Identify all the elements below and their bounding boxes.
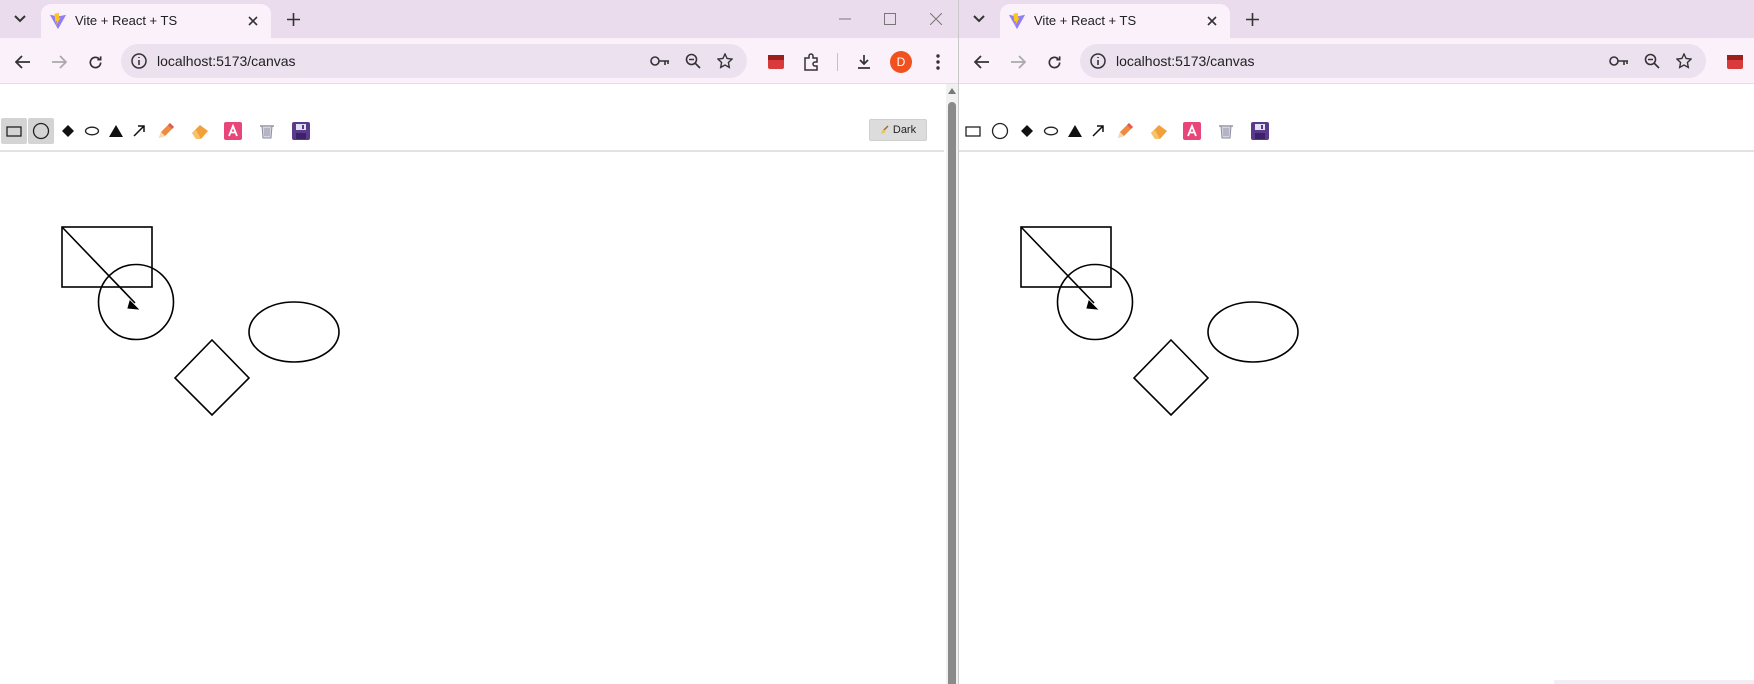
tab-title: Vite + React + TS xyxy=(1034,13,1137,28)
canvas-shapes xyxy=(1020,226,1299,417)
drawing-canvas[interactable] xyxy=(959,84,1754,684)
vite-logo-icon xyxy=(1008,12,1026,30)
address-bar[interactable]: localhost:5173/canvas xyxy=(1080,44,1706,78)
arrow-right-icon xyxy=(1011,55,1026,69)
canvas-app: Dark xyxy=(0,84,958,684)
tab-title: Vite + React + TS xyxy=(75,13,178,28)
extension-red-icon[interactable] xyxy=(1723,50,1747,74)
bookmark-star-icon[interactable] xyxy=(714,51,736,71)
browser-window-right: Vite + React + TS localhost:5173/canvas xyxy=(958,0,1754,684)
shape-circle[interactable] xyxy=(1056,263,1134,341)
scroll-up-arrow-icon[interactable] xyxy=(948,88,956,94)
tab-close-button[interactable] xyxy=(243,11,263,31)
new-tab-button[interactable] xyxy=(1241,8,1263,30)
arrow-right-icon xyxy=(52,55,67,69)
new-tab-button[interactable] xyxy=(282,8,304,30)
forward-button[interactable] xyxy=(45,48,73,76)
browser-toolbar: localhost:5173/canvas xyxy=(959,38,1754,84)
more-menu-icon[interactable] xyxy=(926,50,950,74)
tab-search-dropdown[interactable] xyxy=(965,7,993,31)
chevron-down-icon xyxy=(973,15,985,23)
shape-circle[interactable] xyxy=(97,263,175,341)
shape-arrow[interactable] xyxy=(1020,226,1095,304)
reload-icon xyxy=(89,55,101,68)
tab-strip: Vite + React + TS xyxy=(959,0,1754,38)
close-window-button[interactable] xyxy=(916,6,956,32)
toolbar-divider xyxy=(837,53,838,71)
maximize-button[interactable] xyxy=(870,6,910,32)
forward-button[interactable] xyxy=(1004,48,1032,76)
plus-icon xyxy=(1245,12,1259,26)
canvas-shapes xyxy=(61,226,340,417)
browser-window-left: Vite + React + TS localhost:5173/canvas … xyxy=(0,0,958,684)
tab-search-dropdown[interactable] xyxy=(6,7,34,31)
zoom-icon[interactable] xyxy=(682,51,704,71)
minimize-button[interactable] xyxy=(825,6,865,32)
back-button[interactable] xyxy=(968,48,996,76)
shape-arrowhead xyxy=(127,300,140,310)
plus-icon xyxy=(286,12,300,26)
reload-icon xyxy=(1048,55,1060,68)
close-icon xyxy=(930,13,942,25)
minimize-icon xyxy=(839,18,851,20)
url-text: localhost:5173/canvas xyxy=(157,53,296,69)
download-icon[interactable] xyxy=(852,50,876,74)
shape-ellipse[interactable] xyxy=(248,301,340,363)
password-key-icon[interactable] xyxy=(649,51,671,71)
browser-toolbar: localhost:5173/canvas D xyxy=(0,38,958,84)
extensions-puzzle-icon[interactable] xyxy=(799,50,823,74)
canvas-app xyxy=(959,84,1754,684)
bottom-edge-strip xyxy=(1554,680,1754,684)
profile-avatar[interactable]: D xyxy=(890,51,912,73)
arrow-left-icon xyxy=(15,55,30,69)
tab-close-button[interactable] xyxy=(1202,11,1222,31)
drawing-canvas[interactable] xyxy=(0,84,944,684)
chevron-down-icon xyxy=(14,15,26,23)
arrow-left-icon xyxy=(974,55,989,69)
vertical-scrollbar[interactable] xyxy=(946,84,958,684)
password-key-icon[interactable] xyxy=(1608,51,1630,71)
scroll-thumb[interactable] xyxy=(948,102,956,684)
maximize-icon xyxy=(884,13,896,25)
vite-logo-icon xyxy=(49,12,67,30)
zoom-icon[interactable] xyxy=(1641,51,1663,71)
address-bar[interactable]: localhost:5173/canvas xyxy=(121,44,747,78)
close-icon xyxy=(1207,16,1217,26)
shape-arrow[interactable] xyxy=(61,226,136,304)
shape-arrowhead xyxy=(1086,300,1099,310)
site-info-icon xyxy=(131,53,147,69)
shape-diamond[interactable] xyxy=(1132,338,1210,417)
tab-strip: Vite + React + TS xyxy=(0,0,958,38)
url-text: localhost:5173/canvas xyxy=(1116,53,1255,69)
site-info-icon xyxy=(1090,53,1106,69)
back-button[interactable] xyxy=(9,48,37,76)
shape-ellipse[interactable] xyxy=(1207,301,1299,363)
bookmark-star-icon[interactable] xyxy=(1673,51,1695,71)
reload-button[interactable] xyxy=(1040,48,1068,76)
close-icon xyxy=(248,16,258,26)
reload-button[interactable] xyxy=(81,48,109,76)
extension-red-icon[interactable] xyxy=(764,50,788,74)
shape-diamond[interactable] xyxy=(173,338,251,417)
tab-vite-react[interactable]: Vite + React + TS xyxy=(41,4,271,38)
tab-vite-react[interactable]: Vite + React + TS xyxy=(1000,4,1230,38)
